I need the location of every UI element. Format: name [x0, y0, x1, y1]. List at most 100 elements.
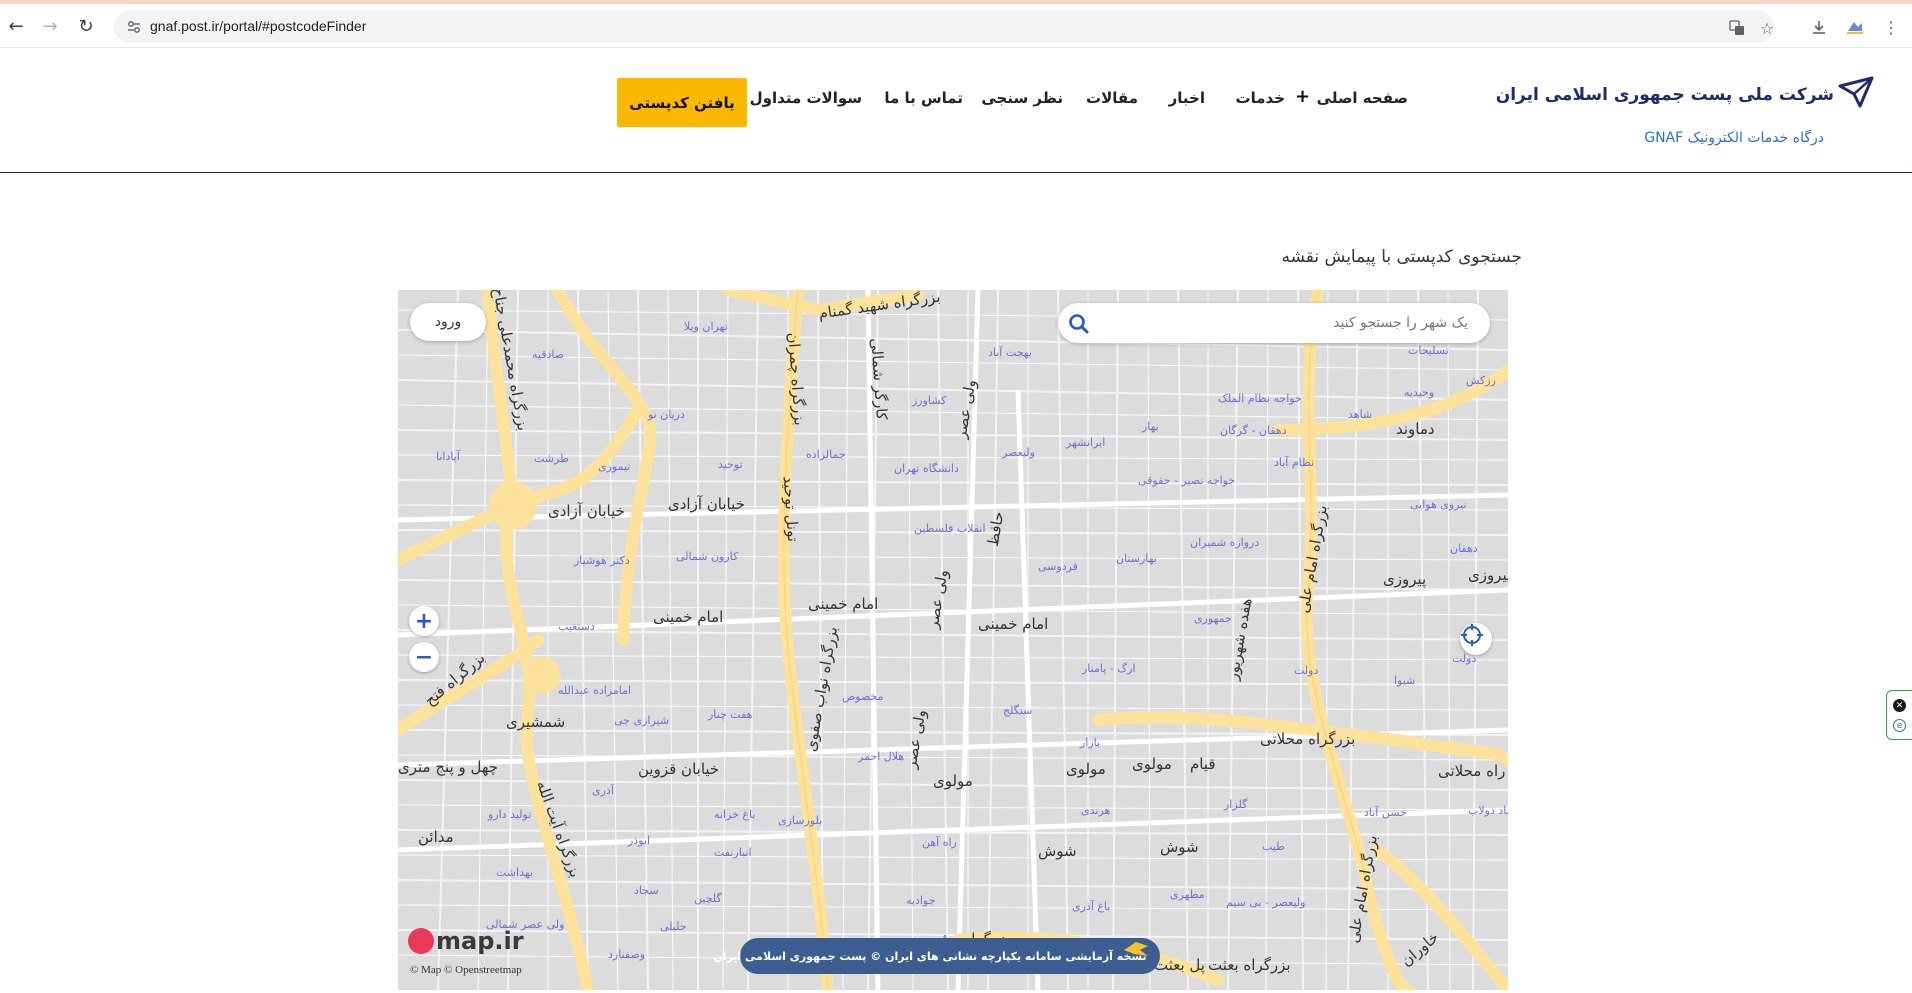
map-label: توحید	[718, 458, 743, 471]
map-label: رزکش	[1466, 374, 1496, 387]
map-label: بزرگراه بعثت	[1208, 956, 1291, 974]
map-label: دهقان	[1450, 542, 1478, 555]
map-label: تیموری	[598, 460, 631, 473]
map-label: بهجت آباد	[988, 346, 1032, 359]
login-button[interactable]: ورود	[410, 303, 486, 341]
map-label: دهقان - گرگان	[1220, 424, 1287, 437]
osm-attribution[interactable]: © Map © Openstreetmap	[410, 964, 522, 976]
download-icon[interactable]	[1808, 16, 1830, 38]
map-label: بازار	[1080, 736, 1101, 749]
map-label: جلیلی	[660, 920, 687, 933]
browser-menu-icon[interactable]: ⋮	[1880, 16, 1902, 38]
reload-icon[interactable]: ↻	[72, 12, 100, 40]
map-label: شیوا	[1394, 674, 1416, 687]
map-label: باغ آذری	[1072, 900, 1111, 913]
post-logo-icon[interactable]	[1838, 76, 1874, 110]
map-view[interactable]: خیابان آزادی خیابان آزادی امام خمینی اما…	[398, 290, 1508, 990]
map-label: شاهد	[1348, 408, 1373, 421]
map-label: تهران ویلا	[684, 320, 728, 333]
map-label: صادقیه	[532, 348, 565, 361]
side-widget[interactable]: ✕ e	[1886, 690, 1912, 740]
map-label: جمالزاده	[806, 448, 846, 461]
widget-logo-icon[interactable]: e	[1893, 719, 1906, 732]
nav-news[interactable]: اخبار	[1169, 89, 1205, 115]
map-label: وصفنارد	[608, 948, 646, 961]
map-label: قیام	[1190, 755, 1216, 773]
map-label: نیروی هوایی	[1410, 498, 1467, 511]
city-search-input[interactable]	[1108, 311, 1468, 335]
nav-contact[interactable]: تماس با ما	[884, 89, 963, 115]
search-icon[interactable]	[1066, 311, 1092, 337]
map-label: خیابان آزادی	[548, 502, 625, 520]
map-label: نظام آباد	[1274, 456, 1315, 469]
map-tiles[interactable]	[398, 290, 1508, 990]
nav-survey[interactable]: نظر سنجی	[981, 89, 1063, 115]
map-label: دریان نو	[648, 408, 685, 421]
back-arrow-icon[interactable]: ←	[2, 12, 30, 40]
map-label: امامزاده عبدالله	[558, 684, 632, 697]
brand-subtitle: درگاه خدمات الکترونیک GNAF	[1644, 130, 1824, 146]
crosshair-icon	[1461, 624, 1483, 646]
map-label: تولید دارو	[488, 808, 532, 821]
map-label: مولوی	[1132, 755, 1172, 773]
brand-name[interactable]: شرکت ملی پست جمهوری اسلامی ایران	[1496, 85, 1834, 105]
nav-faq[interactable]: سوالات متداول	[750, 89, 862, 115]
zoom-in-button[interactable]: +	[409, 606, 439, 636]
map-label: هفت چنار	[708, 708, 753, 721]
map-label: کشاورز	[912, 394, 947, 407]
map-label: خواجه نصیر - حقوقی	[1138, 474, 1236, 487]
map-label: پل بعثت	[1154, 956, 1205, 974]
page-title: جستجوی کدپستی با پیمایش نقشه	[1281, 247, 1523, 267]
map-label: مطهری	[1170, 888, 1205, 901]
find-postcode-button[interactable]: یافتن کدپستی	[617, 78, 747, 127]
map-label: انقلاب فلسطین	[914, 522, 986, 535]
map-label: حسن آباد	[1364, 806, 1407, 819]
map-label: هرندی	[1081, 804, 1111, 817]
map-label: مولوی	[1066, 760, 1106, 778]
attribution-text: نسخه آزمایشی سامانه یکپارچه نشانی های ای…	[713, 949, 1147, 963]
locate-me-button[interactable]	[1460, 623, 1492, 655]
map-label: امام خمینی	[978, 615, 1049, 633]
translate-icon[interactable]	[1726, 17, 1748, 39]
mapir-logo[interactable]: map.ir	[408, 926, 524, 956]
map-label: سنگلج	[1003, 704, 1033, 717]
address-bar[interactable]: gnaf.post.ir/portal/#postcodeFinder ☆	[114, 11, 1774, 43]
map-label: طیب	[1262, 840, 1285, 853]
extension-icon[interactable]	[1844, 16, 1866, 38]
map-label: راه آهن	[922, 836, 957, 849]
map-label: پیروزی	[1468, 566, 1508, 584]
map-label: دانشگاه تهران	[894, 462, 959, 475]
map-label: انبارنفت	[714, 846, 752, 859]
map-label: بلورسازی	[778, 814, 823, 827]
map-label: دروازه شمیران	[1190, 536, 1260, 549]
map-label: بهار	[1142, 420, 1159, 433]
bookmark-star-icon[interactable]: ☆	[1756, 17, 1778, 39]
mapir-text: map.ir	[436, 927, 524, 955]
services-expand-icon[interactable]: +	[1295, 86, 1310, 107]
map-label: امام خمینی	[653, 608, 724, 626]
map-label: دستغیب	[558, 620, 595, 633]
zoom-out-button[interactable]: −	[409, 642, 439, 672]
map-label: راه محلاتی	[1438, 762, 1506, 780]
map-label: ولیعصر - بی سیم	[1226, 896, 1306, 909]
city-search-box[interactable]	[1058, 303, 1490, 343]
map-label: ولیعصر	[1002, 446, 1035, 459]
close-icon[interactable]: ✕	[1893, 699, 1906, 712]
forward-arrow-icon[interactable]: →	[36, 12, 64, 40]
nav-services[interactable]: خدمات	[1236, 89, 1285, 115]
map-label: جمهوری	[1194, 612, 1232, 625]
map-label: چهل و پنج متری	[398, 758, 499, 776]
nav-articles[interactable]: مقالات	[1086, 89, 1138, 115]
url-text[interactable]: gnaf.post.ir/portal/#postcodeFinder	[150, 18, 366, 34]
map-label: پیروزی	[1383, 570, 1427, 588]
map-label: آذری	[592, 784, 614, 797]
map-label: جوادیه	[906, 894, 936, 907]
map-label: امام خمینی	[808, 595, 879, 613]
map-label: ابوذر	[628, 834, 651, 847]
nav-home[interactable]: صفحه اصلی	[1317, 89, 1408, 115]
map-label: بهارستان	[1116, 552, 1157, 565]
map-label: دولت	[1294, 664, 1319, 677]
site-info-icon[interactable]	[124, 17, 144, 37]
map-label: مولوی	[933, 772, 973, 790]
map-label: دماوند	[1396, 420, 1435, 438]
